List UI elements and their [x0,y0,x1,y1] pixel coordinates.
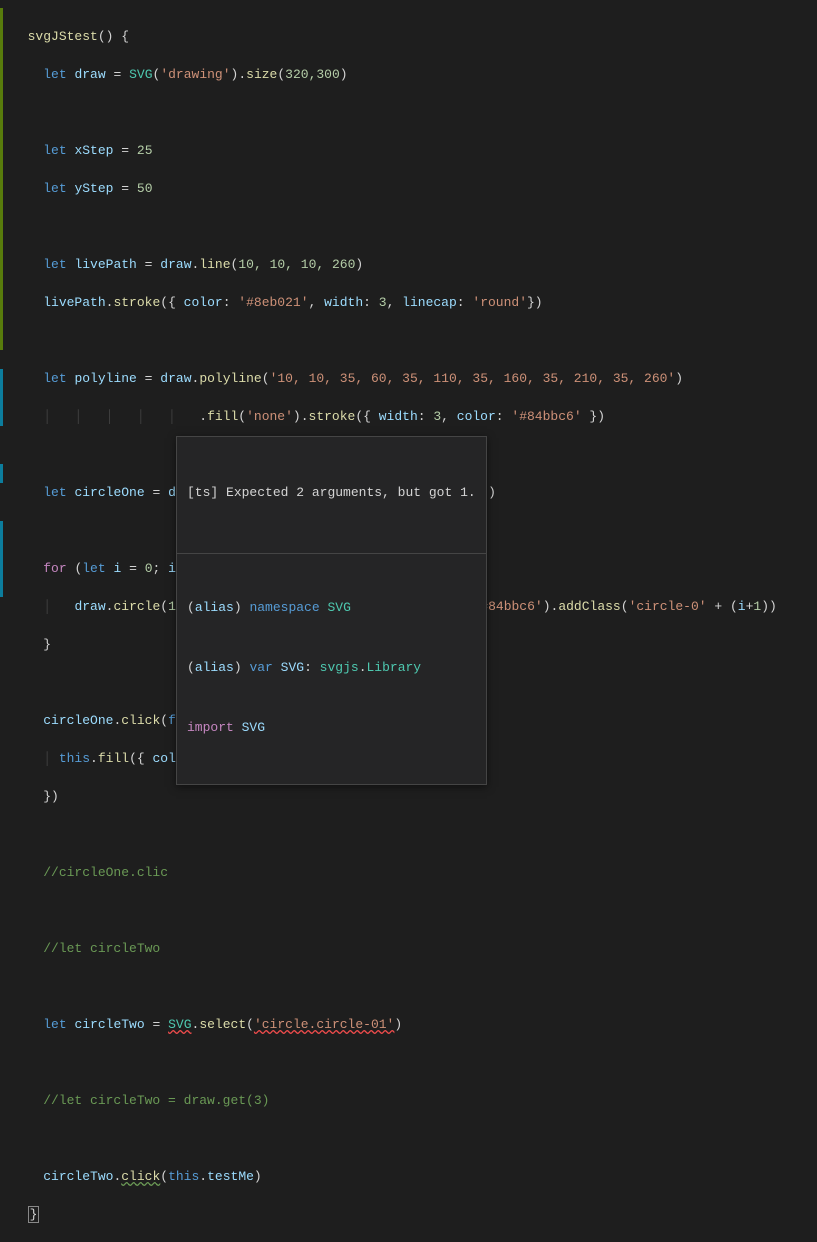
hover-divider [177,553,486,554]
gutter-modified-blue-3 [0,521,3,597]
hover-svg: SVG [327,600,350,615]
closing-brace: } [28,1206,40,1223]
ref-draw: draw [160,371,191,386]
function-name: svgJStest [28,29,98,44]
var-ystep: yStep [74,181,113,196]
var-i: i [113,561,121,576]
kw-let: let [43,181,66,196]
kw-let: let [43,1017,66,1032]
kw-for: for [43,561,66,576]
val-50: 50 [137,181,153,196]
str-none: 'none' [246,409,293,424]
comment-2: //let circleTwo [43,941,160,956]
val-0: 0 [145,561,153,576]
prop-linecap: linecap [402,295,457,310]
hover-svg2: SVG [281,660,304,675]
var-livepath: livePath [74,257,136,272]
gutter-modified-green [0,8,3,350]
ref-i: i [168,561,176,576]
fn-addclass: addClass [558,599,620,614]
code-editor: svgJStest() { let draw = SVG('drawing').… [0,0,817,621]
comment-3: //let circleTwo = draw.get(3) [43,1093,269,1108]
str-polyline: '10, 10, 35, 60, 35, 110, 35, 160, 35, 2… [270,371,676,386]
fn-circle: circle [113,599,160,614]
str-drawing: 'drawing' [160,67,230,82]
str-circle0: 'circle-0' [629,599,707,614]
kw-let: let [43,371,66,386]
hover-alias2: alias [195,660,234,675]
prop-width: width [324,295,363,310]
ref-draw: draw [74,599,105,614]
hover-svgjs: svgjs [320,660,359,675]
gutter-modified-blue-1 [0,369,3,426]
str-color2: '#84bbc6' [511,409,581,424]
ref-circletwo: circleTwo [43,1169,113,1184]
val-3: 3 [379,295,387,310]
hover-library: Library [367,660,422,675]
hover-var: var [249,660,272,675]
str-color1: '#8eb021' [238,295,308,310]
kw-this: this [168,1169,199,1184]
prop-testme: testMe [207,1169,254,1184]
fn-fill: fill [98,751,129,766]
size-args: 320,300 [285,67,340,82]
kw-let: let [43,143,66,158]
fn-polyline: polyline [199,371,261,386]
ref-livepath: livePath [43,295,105,310]
kw-let: let [82,561,105,576]
hover-svg3: SVG [242,720,265,735]
ref-circleone: circleOne [43,713,113,728]
str-round: 'round' [472,295,527,310]
hover-import-kw: import [187,720,234,735]
var-xstep: xStep [74,143,113,158]
hover-error-line: [ts] Expected 2 arguments, but got 1. [187,483,476,503]
hover-alias: alias [195,600,234,615]
fn-click: click [121,713,160,728]
fn-select: select [199,1017,246,1032]
hover-ts-prefix: [ts] [187,485,218,500]
str-select-error: 'circle.circle-01' [254,1017,394,1032]
line-args: 10, 10, 10, 260 [238,257,355,272]
code-content[interactable]: svgJStest() { let draw = SVG('drawing').… [4,0,817,621]
fn-click-warn: click [121,1169,160,1184]
gutter-modified-blue-2 [0,464,3,483]
fn-line: line [199,257,230,272]
prop-color: color [184,295,223,310]
hover-alias-ns: (alias) namespace SVG [187,598,476,618]
hover-namespace: namespace [249,600,319,615]
var-draw: draw [74,67,105,82]
hover-import: import SVG [187,718,476,738]
svg-ctor: SVG [129,67,152,82]
ref-i: i [738,599,746,614]
fn-stroke: stroke [309,409,356,424]
prop-color: color [457,409,496,424]
kw-let: let [43,485,66,500]
fn-fill: fill [207,409,238,424]
fn-size: size [246,67,277,82]
kw-this: this [59,751,90,766]
comment-1: //circleOne.clic [43,865,168,880]
hover-error-message: Expected 2 arguments, but got 1. [226,485,476,500]
fn-stroke: stroke [113,295,160,310]
kw-let: let [43,257,66,272]
intellisense-hover[interactable]: [ts] Expected 2 arguments, but got 1. (a… [176,436,487,785]
svg-error: SVG [168,1017,191,1032]
var-polyline: polyline [74,371,136,386]
var-circleone: circleOne [74,485,144,500]
hover-alias-var: (alias) var SVG: svgjs.Library [187,658,476,678]
var-circletwo: circleTwo [74,1017,144,1032]
prop-width: width [379,409,418,424]
val-25: 25 [137,143,153,158]
val-3: 3 [433,409,441,424]
kw-let: let [43,67,66,82]
ref-draw: draw [160,257,191,272]
